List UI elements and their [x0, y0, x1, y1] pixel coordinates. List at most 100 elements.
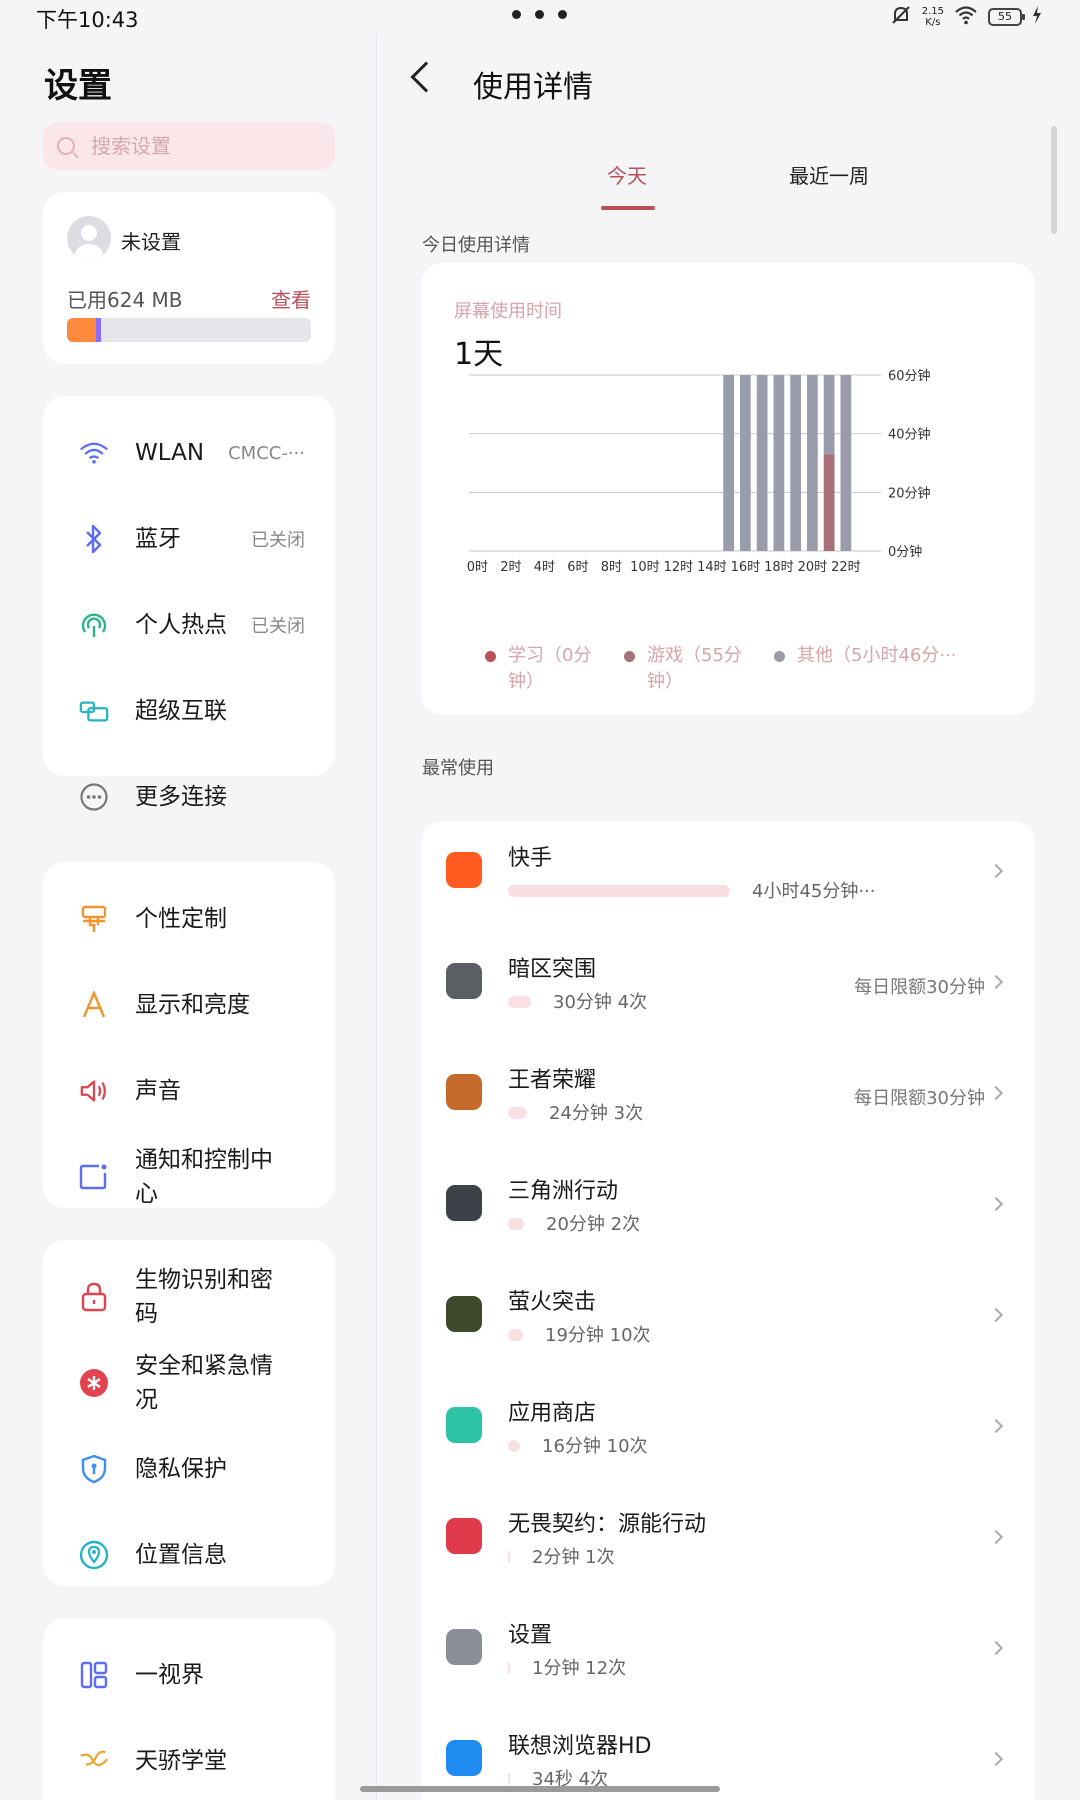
- sidebar-item-notification[interactable]: 通知和控制中心: [43, 1140, 335, 1214]
- app-usage-row[interactable]: 萤火突击 19分钟 10次: [421, 1265, 1035, 1375]
- sidebar-item-multiview[interactable]: 一视界: [43, 1638, 335, 1712]
- legend-dot: [774, 651, 785, 662]
- sidebar-item-personalize[interactable]: 个性定制: [43, 882, 335, 956]
- sound-icon: [79, 1076, 109, 1106]
- app-icon: [446, 1185, 482, 1221]
- legend-dot: [624, 651, 635, 662]
- y-tick-label: 40分钟: [888, 427, 931, 443]
- view-storage-link[interactable]: 查看: [271, 284, 311, 313]
- status-time: 下午10:43: [36, 8, 139, 32]
- y-tick-label: 20分钟: [888, 485, 931, 501]
- app-usage-row[interactable]: 快手 4小时45分钟···: [421, 821, 1035, 931]
- legend-study: 学习（0分钟）: [485, 643, 615, 695]
- connection-group: WLAN CMCC-··· 蓝牙 已关闭 个人热点 已关闭 超级互联: [43, 396, 335, 776]
- bar-其他-22时: [840, 375, 852, 551]
- usage-time: 19分钟 10次: [545, 1325, 651, 1346]
- chevron-right-icon: [988, 1751, 1004, 1767]
- emergency-icon: [79, 1368, 109, 1398]
- status-bar: 下午10:43 2.15 K/s 55: [0, 0, 1080, 34]
- app-usage-row[interactable]: 三角洲行动 20分钟 2次: [421, 1154, 1035, 1264]
- x-tick-label: 8时: [601, 560, 622, 575]
- chevron-right-icon: [988, 1307, 1004, 1323]
- bar-其他-17时: [756, 375, 768, 551]
- sidebar-item-wlan[interactable]: WLAN CMCC-···: [43, 416, 335, 490]
- more-connections-icon: [79, 782, 109, 812]
- storage-segment-other: [96, 318, 101, 342]
- app-icon: [446, 1740, 482, 1776]
- app-name: 联想浏览器HD: [508, 1734, 652, 1759]
- personalization-group: 个性定制 显示和亮度 声音 通知和控制中心: [43, 862, 335, 1208]
- bar-其他-18时: [773, 375, 785, 551]
- usage-bar: [508, 1107, 527, 1119]
- sidebar-item-more-connections[interactable]: 更多连接: [43, 760, 335, 834]
- usage-bar: [508, 1218, 524, 1230]
- chevron-right-icon: [988, 863, 1004, 879]
- sidebar-item-super-link[interactable]: 超级互联: [43, 674, 335, 748]
- x-tick-label: 2时: [500, 560, 521, 575]
- personalize-icon: [79, 904, 109, 934]
- multitask-dots-icon[interactable]: [512, 10, 567, 19]
- x-tick-label: 14时: [697, 560, 727, 575]
- avatar[interactable]: [67, 216, 111, 260]
- x-tick-label: 20时: [798, 560, 828, 575]
- storage-used: 已用624 MB: [67, 288, 183, 312]
- app-usage-row[interactable]: 应用商店 16分钟 10次: [421, 1376, 1035, 1486]
- usage-bar: [508, 885, 730, 897]
- period-tabs: 今天 最近一周: [377, 146, 1080, 226]
- app-name: 应用商店: [508, 1401, 597, 1426]
- settings-title: 设置: [44, 66, 112, 106]
- bar-其他-21时: [823, 375, 835, 455]
- sidebar-item-privacy[interactable]: 隐私保护: [43, 1432, 335, 1506]
- app-name: 萤火突击: [508, 1290, 597, 1315]
- usage-bar-chart: 0分钟 20分钟 40分钟 60分钟 0时 2时 4时 6时 8时 10时 12时 14时 16时 18时…: [467, 368, 931, 575]
- sidebar-item-label: 显示和亮度: [135, 992, 250, 1018]
- app-usage-row[interactable]: 王者荣耀 24分钟 3次 每日限额30分钟: [421, 1043, 1035, 1153]
- bluetooth-icon: [79, 524, 109, 554]
- sidebar-item-hotspot[interactable]: 个人热点 已关闭: [43, 588, 335, 662]
- app-usage-row[interactable]: 设置 1分钟 12次: [421, 1598, 1035, 1708]
- settings-search[interactable]: [43, 122, 335, 170]
- app-icon: [446, 1296, 482, 1332]
- usage-time: 2分钟 1次: [532, 1547, 615, 1568]
- app-usage-row[interactable]: 无畏契约：源能行动 2分钟 1次: [421, 1487, 1035, 1597]
- app-usage-list: 快手 4小时45分钟··· 暗区突围 30分钟 4次 每日限额30分钟 王者荣耀 24分钟 …: [421, 821, 1035, 1800]
- home-indicator[interactable]: [360, 1786, 720, 1792]
- sidebar-item-location[interactable]: 位置信息: [43, 1518, 335, 1592]
- sidebar-item-tianjiao[interactable]: 天骄学堂: [43, 1724, 335, 1798]
- app-icon: [446, 1629, 482, 1665]
- back-arrow-icon[interactable]: [410, 61, 442, 93]
- x-tick-label: 18时: [764, 560, 794, 575]
- sidebar-item-label: 超级互联: [135, 698, 227, 724]
- app-usage-row[interactable]: 暗区突围 30分钟 4次 每日限额30分钟: [421, 932, 1035, 1042]
- tab-today[interactable]: 今天: [607, 160, 647, 189]
- legend-games: 游戏（55分钟）: [624, 643, 754, 695]
- tab-last-week[interactable]: 最近一周: [789, 160, 869, 189]
- legend-dot: [485, 651, 496, 662]
- sidebar-item-label: 通知和控制中心: [135, 1147, 273, 1207]
- storage-segment-apps: [67, 318, 96, 342]
- y-tick-label: 60分钟: [888, 368, 931, 384]
- x-tick-label: 4时: [534, 560, 555, 575]
- display-icon: [79, 990, 109, 1020]
- daily-limit: 每日限额30分钟: [854, 1088, 985, 1109]
- account-card[interactable]: 未设置 已用624 MB 查看: [43, 192, 335, 364]
- screen-time-card: 屏幕使用时间 1天 0分钟 20分钟 40分钟 60分钟 0时 2时 4时 6时 8时 10时 12…: [421, 263, 1035, 715]
- bar-其他-16时: [740, 375, 751, 551]
- sidebar-item-label: 个性定制: [135, 906, 227, 932]
- usage-time: 4小时45分钟···: [752, 881, 876, 902]
- sidebar-item-emergency[interactable]: 安全和紧急情况: [43, 1346, 335, 1420]
- sidebar-item-label: 安全和紧急情况: [135, 1353, 273, 1413]
- sidebar-item-display[interactable]: 显示和亮度: [43, 968, 335, 1042]
- sidebar-item-sound[interactable]: 声音: [43, 1054, 335, 1128]
- bar-游戏-21时: [823, 454, 835, 551]
- sidebar-item-biometrics[interactable]: 生物识别和密码: [43, 1260, 335, 1334]
- sidebar-item-label: 天骄学堂: [135, 1748, 227, 1774]
- sidebar-item-label: 生物识别和密码: [135, 1267, 273, 1327]
- search-input[interactable]: [91, 134, 291, 158]
- app-name: 快手: [508, 846, 553, 871]
- sidebar-item-label: 位置信息: [135, 1542, 227, 1568]
- sidebar-item-bluetooth[interactable]: 蓝牙 已关闭: [43, 502, 335, 576]
- y-tick-label: 0分钟: [888, 544, 922, 560]
- wifi-icon: [79, 438, 109, 468]
- tianjiao-icon: [79, 1746, 109, 1776]
